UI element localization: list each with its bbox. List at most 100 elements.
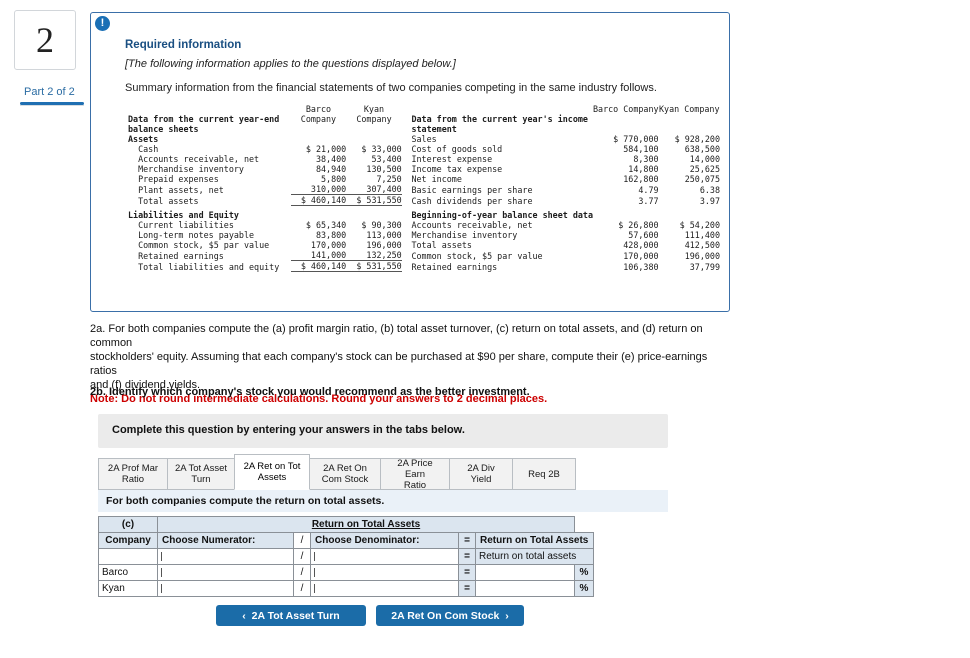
left-row-label: Cash	[128, 144, 159, 154]
row-kyan-equals: =	[458, 580, 476, 597]
alert-icon: !	[95, 16, 110, 31]
row-barco-equals: =	[458, 564, 476, 581]
right-row-barco: 170,000	[623, 250, 659, 261]
tab-req-2b[interactable]: Req 2B	[512, 458, 576, 490]
right-row-barco: 428,000	[623, 240, 659, 250]
table-row: Accounts receivable, net 38,400 53,400 I…	[128, 154, 720, 164]
table-row: Liabilities and Equity Beginning-of-year…	[128, 210, 720, 220]
financial-statements: Barco Kyan Barco Company Kyan Company Da…	[128, 104, 720, 272]
answer-grid-title-row: (c) Return on Total Assets	[98, 516, 594, 533]
right-row-label: Income tax expense	[411, 164, 503, 174]
complete-question-text: Complete this question by entering your …	[112, 424, 465, 436]
right-row-label: Cash dividends per share	[411, 195, 533, 206]
answer-grid-part-label: (c)	[98, 516, 158, 533]
table-row: Prepaid expenses 5,800 7,250 Net income …	[128, 174, 720, 184]
left-row-barco	[291, 210, 347, 220]
left-row-kyan: $ 531,550	[346, 194, 402, 206]
financials-header-row-3: balance sheets statement	[128, 124, 720, 134]
left-row-kyan	[346, 210, 402, 220]
required-information-title: Required information	[125, 39, 242, 51]
left-row-barco: 83,800	[315, 230, 347, 240]
right-row-label: Common stock, $5 par value	[411, 250, 543, 261]
table-row: Long-term notes payable 83,800 113,000 M…	[128, 230, 720, 240]
question-number: 2	[36, 20, 54, 60]
page-root: 2 Part 2 of 2 ! Required information [Th…	[0, 0, 970, 658]
right-section-2-title: Beginning-of-year balance sheet data	[411, 210, 593, 220]
table-row: / = Return on total assets	[98, 548, 594, 565]
right-row-label: Basic earnings per share	[411, 184, 533, 195]
left-row-label: Merchandise inventory	[128, 164, 244, 174]
right-section-title-l2: statement	[411, 124, 457, 134]
required-information-subtitle: [The following information applies to th…	[125, 58, 456, 70]
right-row-label: Net income	[411, 174, 462, 184]
row0-numerator-input[interactable]	[157, 548, 294, 565]
left-row-kyan: 307,400	[346, 184, 402, 195]
answer-grid-header-row: Company Choose Numerator: / Choose Denom…	[98, 532, 594, 549]
row-barco-slash: /	[293, 564, 311, 581]
kyan-col-header-left-l1: Kyan	[363, 104, 385, 114]
right-row-label: Cost of goods sold	[411, 144, 503, 154]
right-row-barco: 106,380	[623, 261, 659, 272]
tab-instruction-strip: For both companies compute the return on…	[98, 490, 668, 512]
row-kyan-percent: %	[574, 580, 594, 597]
left-row-barco: $ 21,000	[305, 144, 347, 154]
table-row: Assets Sales $ 770,000 $ 928,200	[128, 134, 720, 144]
next-tab-label: 2A Ret On Com Stock	[391, 609, 500, 622]
right-row-barco: 57,600	[628, 230, 659, 240]
left-row-kyan	[346, 134, 402, 144]
kyan-col-header-left-l2: Company	[356, 114, 392, 124]
row-kyan-numerator-input[interactable]	[157, 580, 294, 597]
kyan-col-header-right: Kyan Company	[659, 104, 720, 114]
tab-2a-price-earn-ratio[interactable]: 2A Price Earn Ratio	[380, 458, 450, 491]
tab-2a-tot-asset-turn[interactable]: 2A Tot Asset Turn	[167, 458, 235, 490]
right-row-barco: $ 26,800	[618, 220, 659, 230]
table-row: Total liabilities and equity $ 460,140 $…	[128, 260, 720, 272]
left-row-kyan: 132,250	[346, 250, 402, 261]
row0-denominator-input[interactable]	[310, 548, 459, 565]
row-kyan-denominator-input[interactable]	[310, 580, 459, 597]
table-row: Retained earnings 141,000 132,250 Common…	[128, 250, 720, 261]
left-section-title-l2: balance sheets	[128, 124, 199, 134]
table-row: Cash $ 21,000 $ 33,000 Cost of goods sol…	[128, 144, 720, 154]
left-row-kyan: $ 33,000	[361, 144, 402, 154]
financials-table: Barco Kyan Barco Company Kyan Company Da…	[128, 104, 720, 272]
left-row-kyan: $ 531,550	[346, 260, 402, 272]
col-header-result: Return on Total Assets	[475, 532, 594, 549]
col-header-slash: /	[293, 532, 311, 549]
row0-result-sublabel: Return on total assets	[475, 548, 594, 565]
barco-col-header-right: Barco Company	[593, 104, 659, 114]
next-tab-button[interactable]: 2A Ret On Com Stock ›	[376, 605, 524, 626]
left-row-barco: 141,000	[290, 250, 347, 261]
row-barco-percent: %	[574, 564, 594, 581]
col-header-company: Company	[98, 532, 158, 549]
table-row: Barco / = %	[98, 564, 594, 581]
table-row: Plant assets, net 310,000 307,400 Basic …	[128, 184, 720, 195]
barco-col-header-left-l2: Company	[300, 114, 337, 124]
answer-grid-title: Return on Total Assets	[157, 516, 575, 533]
tab-instruction-text: For both companies compute the return on…	[106, 495, 385, 507]
col-header-numerator: Choose Numerator:	[157, 532, 294, 549]
tab-2a-div-yield[interactable]: 2A Div Yield	[449, 458, 513, 490]
left-row-label: Plant assets, net	[128, 184, 224, 195]
prev-tab-button[interactable]: ‹ 2A Tot Asset Turn	[216, 605, 366, 626]
row-barco-denominator-input[interactable]	[310, 564, 459, 581]
tab-2a-ret-on-com-stock[interactable]: 2A Ret On Com Stock	[309, 458, 381, 490]
right-row-kyan: 196,000	[684, 250, 720, 261]
right-row-label: Merchandise inventory	[411, 230, 518, 240]
row-barco-result-input[interactable]	[475, 564, 575, 581]
tab-2a-prof-mar-ratio[interactable]: 2A Prof Mar Ratio	[98, 458, 168, 490]
row-barco-numerator-input[interactable]	[157, 564, 294, 581]
col-header-denominator: Choose Denominator:	[310, 532, 459, 549]
row-kyan-result-input[interactable]	[475, 580, 575, 597]
tab-2a-ret-on-tot-assets[interactable]: 2A Ret on Tot Assets	[234, 454, 310, 490]
right-row-kyan: $ 54,200	[679, 220, 720, 230]
left-row-label: Total liabilities and equity	[128, 261, 280, 272]
left-row-label: Assets	[128, 134, 159, 144]
right-row-kyan: 3.97	[699, 195, 720, 206]
complete-question-banner: Complete this question by entering your …	[98, 414, 668, 448]
right-row-kyan: 6.38	[699, 184, 720, 195]
table-row: Common stock, $5 par value 170,000 196,0…	[128, 240, 720, 250]
prev-tab-label: 2A Tot Asset Turn	[251, 609, 340, 622]
row0-slash: /	[293, 548, 311, 565]
right-row-label: Retained earnings	[411, 261, 498, 272]
